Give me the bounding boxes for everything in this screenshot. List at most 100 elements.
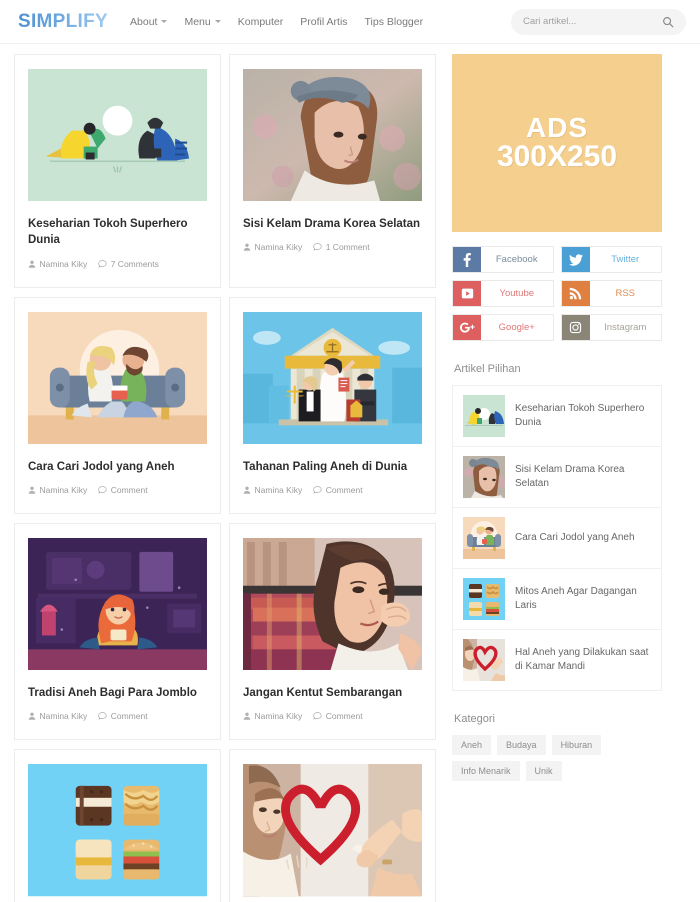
social-rss-button[interactable]: RSS xyxy=(560,280,662,307)
nav-item-tips-blogger[interactable]: Tips Blogger xyxy=(365,16,424,28)
article-thumbnail[interactable] xyxy=(243,311,422,445)
popular-thumbnail xyxy=(463,517,505,559)
article-meta: Namina Kiky Comment xyxy=(28,485,207,495)
rss-icon xyxy=(561,281,590,306)
list-item[interactable]: Mitos Aneh Agar Dagangan Laris xyxy=(453,569,661,630)
comment-count: 1 Comment xyxy=(325,242,370,253)
popular-article-title[interactable]: Cara Cari Jodol yang Aneh xyxy=(515,531,635,546)
nav-item-profil-artis[interactable]: Profil Artis xyxy=(300,16,347,28)
superhero-illustration xyxy=(463,395,505,437)
comment-icon xyxy=(98,712,107,720)
article-thumbnail[interactable] xyxy=(243,764,422,897)
social-youtube-button[interactable]: Youtube xyxy=(452,280,554,307)
popular-article-title[interactable]: Sisi Kelam Drama Korea Selatan xyxy=(515,463,651,492)
search-icon[interactable] xyxy=(662,16,674,28)
popular-article-title[interactable]: Mitos Aneh Agar Dagangan Laris xyxy=(515,585,651,614)
article-thumbnail[interactable] xyxy=(243,69,422,202)
article-title[interactable]: Tahanan Paling Aneh di Dunia xyxy=(243,459,422,475)
ads-banner[interactable]: ADS 300X250 xyxy=(452,54,662,232)
article-meta: Namina Kiky 1 Comment xyxy=(243,242,422,252)
article-thumbnail[interactable] xyxy=(28,537,207,671)
meta-author: Namina Kiky xyxy=(243,242,302,252)
article-thumbnail[interactable] xyxy=(28,764,207,897)
page-body: Keseharian Tokoh Superhero Dunia Namina … xyxy=(0,44,700,902)
social-instagram-button[interactable]: Instagram xyxy=(560,314,662,341)
social-label: Youtube xyxy=(499,288,535,299)
nav-label: Menu xyxy=(184,15,211,28)
kategori-tag-info-menarik[interactable]: Info Menarik xyxy=(452,761,520,781)
nav-item-about[interactable]: About xyxy=(130,16,168,28)
comment-count: Comment xyxy=(325,484,363,495)
heart-drawing-photo xyxy=(243,764,422,897)
popular-heading: Artikel Pilihan xyxy=(454,363,521,375)
kategori-tag-unik[interactable]: Unik xyxy=(525,761,562,781)
comment-icon xyxy=(313,712,322,720)
author-name: Namina Kiky xyxy=(39,711,88,722)
article-card[interactable]: Tradisi Aneh Bagi Para Jomblo Namina Kik… xyxy=(14,522,221,741)
article-card[interactable]: Jangan Kentut Sembarangan Namina Kiky Co… xyxy=(229,522,436,741)
comment-count: Comment xyxy=(110,484,148,495)
list-item[interactable]: Cara Cari Jodol yang Aneh xyxy=(453,508,661,569)
youtube-icon xyxy=(453,281,481,306)
popular-thumbnail xyxy=(463,395,505,437)
article-title[interactable]: Tradisi Aneh Bagi Para Jomblo xyxy=(28,685,207,701)
list-item[interactable]: Hal Aneh yang Dilakukan saat di Kamar Ma… xyxy=(453,630,661,690)
comment-icon xyxy=(313,243,322,251)
superhero-illustration xyxy=(28,69,207,202)
article-grid: Keseharian Tokoh Superhero Dunia Namina … xyxy=(8,54,440,902)
social-label: Google+ xyxy=(498,322,535,333)
comment-count: 7 Comments xyxy=(110,258,159,269)
article-meta: Namina Kiky 7 Comments xyxy=(28,259,207,269)
ads-line-2: 300X250 xyxy=(496,140,618,173)
nav-item-komputer[interactable]: Komputer xyxy=(238,16,284,28)
article-card[interactable]: Keseharian Tokoh Superhero Dunia Namina … xyxy=(14,54,221,288)
meta-comments: Comment xyxy=(313,484,363,495)
article-card[interactable]: Sisi Kelam Drama Korea Selatan Namina Ki… xyxy=(229,54,436,288)
sidebar: ADS 300X250 Facebook Twitter Youtube RSS… xyxy=(452,54,662,902)
kategori-tag-cloud: Aneh Budaya Hiburan Info Menarik Unik xyxy=(452,735,662,781)
popular-thumbnail xyxy=(463,639,505,681)
couch-couple-illustration xyxy=(28,311,207,444)
article-title[interactable]: Keseharian Tokoh Superhero Dunia xyxy=(28,216,207,249)
article-card[interactable] xyxy=(229,749,436,902)
article-thumbnail[interactable] xyxy=(28,69,207,202)
article-title[interactable]: Cara Cari Jodol yang Aneh xyxy=(28,459,207,475)
couch-couple-illustration xyxy=(463,517,505,559)
author-name: Namina Kiky xyxy=(39,484,88,495)
kategori-tag-aneh[interactable]: Aneh xyxy=(452,735,492,755)
popular-article-title[interactable]: Hal Aneh yang Dilakukan saat di Kamar Ma… xyxy=(515,646,651,675)
user-icon xyxy=(243,712,251,721)
list-item[interactable]: Keseharian Tokoh Superhero Dunia xyxy=(453,386,661,447)
article-card[interactable] xyxy=(14,749,221,902)
facebook-icon xyxy=(453,247,481,272)
meta-author: Namina Kiky xyxy=(243,711,302,721)
user-icon xyxy=(28,712,36,721)
site-logo[interactable]: SIMPLIFY xyxy=(18,11,108,33)
article-card[interactable]: Cara Cari Jodol yang Aneh Namina Kiky Co… xyxy=(14,296,221,514)
chevron-down-icon xyxy=(214,20,221,23)
article-card[interactable]: Tahanan Paling Aneh di Dunia Namina Kiky… xyxy=(229,296,436,514)
article-thumbnail[interactable] xyxy=(28,311,207,445)
social-label: Instagram xyxy=(604,322,647,333)
meta-comments: Comment xyxy=(98,711,148,721)
search-input[interactable] xyxy=(523,16,662,27)
article-title[interactable]: Jangan Kentut Sembarangan xyxy=(243,685,422,701)
author-name: Namina Kiky xyxy=(39,258,88,269)
meta-author: Namina Kiky xyxy=(28,485,87,495)
nav-item-menu[interactable]: Menu xyxy=(184,15,221,28)
kategori-tag-hiburan[interactable]: Hiburan xyxy=(551,735,602,755)
social-googleplus-button[interactable]: Google+ xyxy=(452,314,554,341)
article-meta: Namina Kiky Comment xyxy=(243,711,422,721)
list-item[interactable]: Sisi Kelam Drama Korea Selatan xyxy=(453,447,661,508)
social-twitter-button[interactable]: Twitter xyxy=(560,246,662,273)
korean-girl-photo xyxy=(243,69,422,202)
popular-article-title[interactable]: Keseharian Tokoh Superhero Dunia xyxy=(515,402,651,431)
kategori-tag-budaya[interactable]: Budaya xyxy=(497,735,546,755)
author-name: Namina Kiky xyxy=(254,484,303,495)
social-facebook-button[interactable]: Facebook xyxy=(452,246,554,273)
search-box[interactable] xyxy=(511,8,686,35)
article-title[interactable]: Sisi Kelam Drama Korea Selatan xyxy=(243,216,422,232)
comment-icon xyxy=(98,486,107,494)
article-thumbnail[interactable] xyxy=(243,537,422,671)
girl-phone-night-illustration xyxy=(28,537,207,671)
